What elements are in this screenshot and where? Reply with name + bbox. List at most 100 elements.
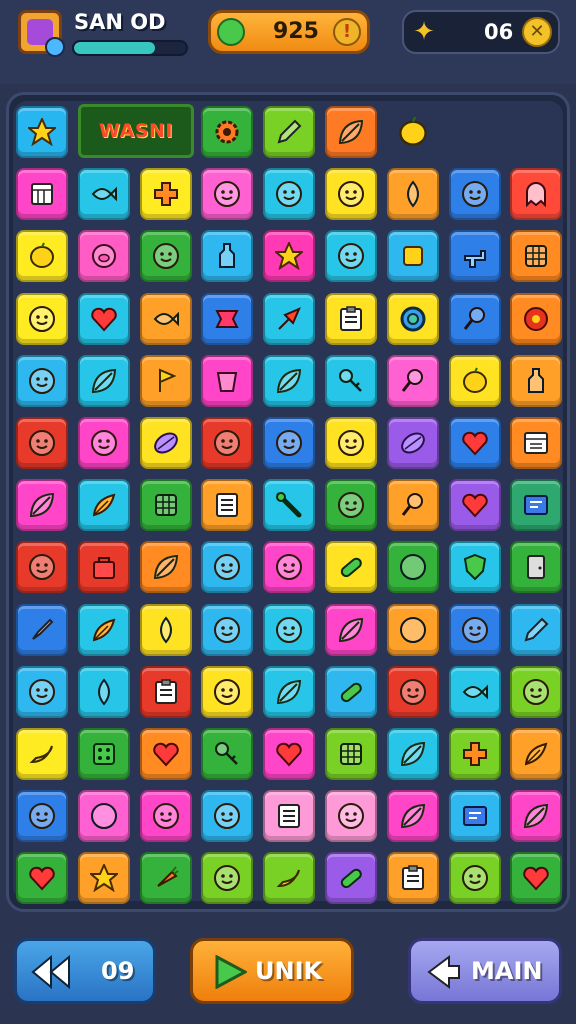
board-tile[interactable] [386, 479, 439, 532]
board-tile[interactable] [386, 354, 439, 407]
board-tile[interactable] [263, 168, 316, 221]
board-tile[interactable] [77, 479, 130, 532]
board-tile[interactable] [77, 665, 130, 718]
board-tile[interactable] [16, 417, 68, 469]
board-tile[interactable] [139, 728, 192, 780]
board-tile[interactable] [448, 168, 501, 221]
board-tile[interactable] [201, 106, 254, 158]
board-tile[interactable] [448, 417, 501, 469]
board-tile[interactable] [263, 541, 316, 594]
board-tile[interactable] [510, 479, 563, 532]
board-tile[interactable] [386, 603, 439, 656]
board-tile[interactable] [139, 168, 192, 221]
board-tile[interactable] [386, 852, 439, 905]
board-tile[interactable] [77, 168, 130, 221]
board-tile[interactable] [386, 230, 439, 283]
board-tile[interactable] [325, 168, 377, 221]
board-tile[interactable] [325, 790, 377, 843]
board-tile[interactable] [77, 417, 130, 469]
board-tile[interactable] [510, 230, 563, 283]
board-tile[interactable] [201, 292, 254, 345]
board-tile[interactable] [448, 728, 501, 780]
unik-button[interactable]: UNIK [190, 938, 354, 1004]
board-tile[interactable] [263, 230, 316, 283]
board-tile[interactable] [263, 354, 316, 407]
board-tile[interactable] [448, 603, 501, 656]
board-tile[interactable] [139, 230, 192, 283]
board-tile[interactable] [510, 728, 563, 780]
board-tile[interactable] [263, 603, 316, 656]
board-tile[interactable] [16, 852, 68, 905]
board-tile[interactable] [510, 665, 563, 718]
gem-add-icon[interactable]: ✕ [522, 17, 552, 47]
board-tile[interactable] [139, 417, 192, 469]
board-tile[interactable] [510, 168, 563, 221]
board-tile[interactable] [16, 603, 68, 656]
board-tile[interactable] [16, 106, 68, 158]
board-tile[interactable] [448, 541, 501, 594]
board-tile[interactable] [263, 479, 316, 532]
board-tile[interactable] [201, 168, 254, 221]
board-tile[interactable] [139, 541, 192, 594]
board-tile[interactable] [139, 479, 192, 532]
board-tile[interactable] [16, 292, 68, 345]
board-tile[interactable] [386, 292, 439, 345]
board-tile[interactable] [201, 852, 254, 905]
board-tile[interactable] [325, 230, 377, 283]
board-tile[interactable] [16, 728, 68, 780]
board-tile[interactable] [201, 728, 254, 780]
board-tile[interactable] [77, 541, 130, 594]
board-tile[interactable] [16, 168, 68, 221]
board-tile[interactable] [201, 541, 254, 594]
board-tile[interactable] [448, 354, 501, 407]
board-tile[interactable] [510, 417, 563, 469]
board-tile[interactable] [448, 230, 501, 283]
board-tile[interactable] [325, 354, 377, 407]
board-tile[interactable] [263, 106, 316, 158]
gem-counter[interactable]: ✦ 06 ✕ [402, 10, 560, 54]
board-tile[interactable] [77, 852, 130, 905]
board-tile[interactable] [201, 790, 254, 843]
board-tile[interactable] [386, 665, 439, 718]
board-tile[interactable] [386, 168, 439, 221]
lemon-icon[interactable] [397, 116, 429, 148]
board-tile[interactable] [263, 292, 316, 345]
exclamation-icon[interactable]: ! [333, 18, 361, 46]
board-tile[interactable] [325, 292, 377, 345]
board-tile[interactable] [263, 852, 316, 905]
board-tile[interactable] [139, 354, 192, 407]
board-tile[interactable] [510, 292, 563, 345]
board-tile[interactable] [263, 790, 316, 843]
board-tile[interactable] [510, 541, 563, 594]
board-tile[interactable] [139, 603, 192, 656]
back-button[interactable]: 09 [14, 938, 156, 1004]
board-tile[interactable] [201, 417, 254, 469]
board-tile[interactable] [16, 479, 68, 532]
board-tile[interactable] [448, 292, 501, 345]
board-tile[interactable] [448, 665, 501, 718]
board-tile[interactable] [325, 852, 377, 905]
board-tile[interactable] [510, 354, 563, 407]
board-tile[interactable] [201, 665, 254, 718]
board-tile[interactable] [448, 479, 501, 532]
board-tile[interactable] [263, 417, 316, 469]
board-tile[interactable] [510, 790, 563, 843]
board-tile[interactable] [139, 790, 192, 843]
board-tile[interactable] [77, 603, 130, 656]
board-tile[interactable] [201, 479, 254, 532]
board-tile[interactable] [16, 541, 68, 594]
board-tile[interactable] [325, 541, 377, 594]
board-tile[interactable] [77, 292, 130, 345]
board-tile[interactable] [263, 665, 316, 718]
board-tile[interactable] [139, 852, 192, 905]
board-tile[interactable] [386, 790, 439, 843]
board-tile[interactable] [386, 417, 439, 469]
board-tile[interactable] [325, 417, 377, 469]
board-tile[interactable] [325, 479, 377, 532]
board-tile[interactable] [448, 852, 501, 905]
board-tile[interactable] [16, 790, 68, 843]
board-tile[interactable] [325, 728, 377, 780]
board-tile[interactable] [77, 354, 130, 407]
board-tile[interactable] [201, 230, 254, 283]
board-tile[interactable] [16, 665, 68, 718]
